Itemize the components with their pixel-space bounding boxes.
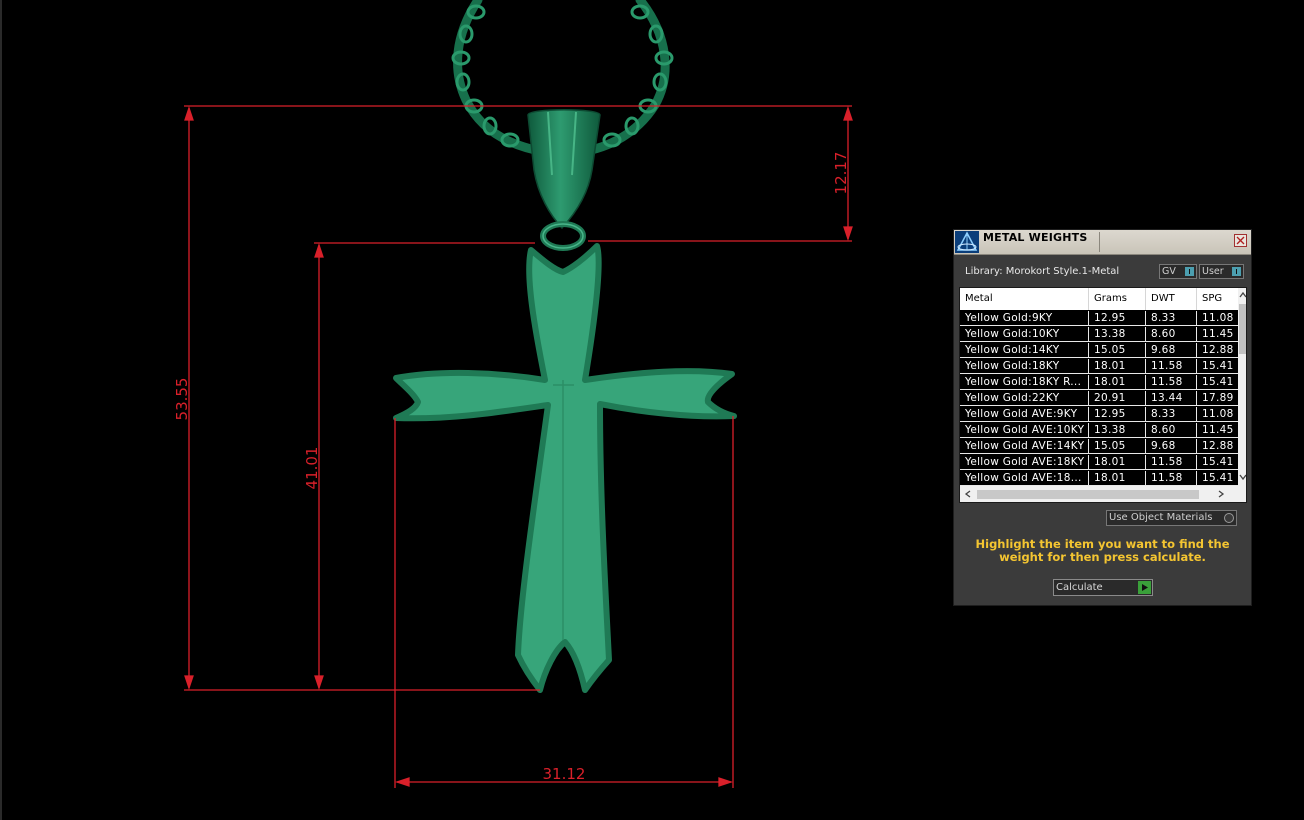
app-logo-icon — [955, 231, 979, 253]
dim-cross-height: 41.01 — [303, 447, 321, 490]
cell-spg: 15.41 — [1197, 375, 1238, 390]
library-label: Library: Morokort Style.1-Metal — [965, 266, 1120, 277]
metal-table: Metal Grams DWT SPG Yellow Gold:9KY 12.95… — [959, 287, 1247, 503]
scroll-down-icon[interactable] — [1238, 472, 1247, 482]
gv-toggle[interactable]: GV — [1159, 264, 1197, 279]
cell-dwt: 9.68 — [1146, 343, 1197, 358]
cell-dwt: 8.60 — [1146, 423, 1197, 438]
cell-grams: 12.95 — [1089, 407, 1146, 422]
cell-metal: Yellow Gold:18KY R... — [960, 375, 1089, 390]
cell-dwt: 8.33 — [1146, 311, 1197, 326]
table-header: Metal Grams DWT SPG — [960, 288, 1238, 310]
use-object-materials-toggle[interactable]: Use Object Materials — [1106, 510, 1237, 526]
cell-grams: 15.05 — [1089, 343, 1146, 358]
cell-dwt: 11.58 — [1146, 359, 1197, 374]
cell-spg: 12.88 — [1197, 439, 1238, 454]
pendant-bail — [527, 109, 601, 251]
titlebar-divider — [1099, 232, 1100, 252]
cell-spg: 11.45 — [1197, 327, 1238, 342]
cell-metal: Yellow Gold AVE:18KY — [960, 455, 1089, 470]
column-header-spg[interactable]: SPG — [1197, 288, 1238, 310]
user-toggle[interactable]: User — [1199, 264, 1244, 279]
table-row[interactable]: Yellow Gold AVE:10KY 13.38 8.60 11.45 — [960, 423, 1238, 439]
user-toggle-label: User — [1202, 266, 1224, 277]
dim-width: 31.12 — [543, 765, 586, 783]
cell-grams: 18.01 — [1089, 471, 1146, 486]
cell-grams: 13.38 — [1089, 423, 1146, 438]
scroll-right-icon[interactable] — [1216, 489, 1226, 499]
toggle-knob-icon — [1185, 267, 1194, 276]
radio-icon — [1224, 513, 1234, 523]
cell-grams: 18.01 — [1089, 359, 1146, 374]
table-row[interactable]: Yellow Gold AVE:18... 18.01 11.58 15.41 — [960, 471, 1238, 487]
cell-dwt: 8.33 — [1146, 407, 1197, 422]
cell-dwt: 8.60 — [1146, 327, 1197, 342]
cell-spg: 15.41 — [1197, 359, 1238, 374]
cell-grams: 18.01 — [1089, 375, 1146, 390]
table-row[interactable]: Yellow Gold:22KY 20.91 13.44 17.89 — [960, 391, 1238, 407]
column-header-grams[interactable]: Grams — [1089, 288, 1146, 310]
cell-dwt: 9.68 — [1146, 439, 1197, 454]
horizontal-scroll-thumb[interactable] — [977, 490, 1199, 499]
cross-pendant — [393, 243, 737, 693]
dim-total-height: 53.55 — [173, 378, 191, 421]
calculate-button[interactable]: Calculate — [1053, 579, 1153, 596]
column-header-dwt[interactable]: DWT — [1146, 288, 1197, 310]
gv-toggle-label: GV — [1162, 266, 1176, 277]
cell-grams: 13.38 — [1089, 327, 1146, 342]
table-row[interactable]: Yellow Gold AVE:14KY 15.05 9.68 12.88 — [960, 439, 1238, 455]
use-object-materials-label: Use Object Materials — [1109, 512, 1213, 523]
cell-dwt: 11.58 — [1146, 375, 1197, 390]
toggle-knob-icon — [1232, 267, 1241, 276]
table-row[interactable]: Yellow Gold:18KY 18.01 11.58 15.41 — [960, 359, 1238, 375]
cell-spg: 11.45 — [1197, 423, 1238, 438]
instruction-text: Highlight the item you want to find the … — [975, 537, 1230, 564]
cell-metal: Yellow Gold AVE:9KY — [960, 407, 1089, 422]
table-row[interactable]: Yellow Gold:10KY 13.38 8.60 11.45 — [960, 327, 1238, 343]
cell-metal: Yellow Gold:10KY — [960, 327, 1089, 342]
table-row[interactable]: Yellow Gold AVE:9KY 12.95 8.33 11.08 — [960, 407, 1238, 423]
cell-spg: 12.88 — [1197, 343, 1238, 358]
cell-spg: 17.89 — [1197, 391, 1238, 406]
scroll-left-icon[interactable] — [963, 489, 973, 499]
scroll-up-icon[interactable] — [1238, 290, 1247, 300]
table-row[interactable]: Yellow Gold AVE:18KY 18.01 11.58 15.41 — [960, 455, 1238, 471]
panel-titlebar[interactable]: METAL WEIGHTS — [954, 230, 1251, 255]
cell-metal: Yellow Gold:9KY — [960, 311, 1089, 326]
cell-spg: 11.08 — [1197, 311, 1238, 326]
table-row[interactable]: Yellow Gold:14KY 15.05 9.68 12.88 — [960, 343, 1238, 359]
cell-metal: Yellow Gold:14KY — [960, 343, 1089, 358]
cell-spg: 15.41 — [1197, 455, 1238, 470]
close-button[interactable] — [1234, 234, 1247, 247]
metal-weights-panel: METAL WEIGHTS Library: Morokort Style.1-… — [953, 229, 1252, 606]
cell-metal: Yellow Gold AVE:10KY — [960, 423, 1089, 438]
play-arrow-icon — [1138, 581, 1151, 594]
dimension-lines — [184, 105, 853, 788]
cell-dwt: 11.58 — [1146, 471, 1197, 486]
cell-dwt: 11.58 — [1146, 455, 1197, 470]
calculate-label: Calculate — [1056, 582, 1103, 593]
cell-grams: 20.91 — [1089, 391, 1146, 406]
vertical-scrollbar[interactable] — [1238, 288, 1247, 486]
dim-bail-height: 12.17 — [832, 152, 850, 195]
cell-spg: 15.41 — [1197, 471, 1238, 486]
cell-grams: 18.01 — [1089, 455, 1146, 470]
cell-dwt: 13.44 — [1146, 391, 1197, 406]
close-icon — [1236, 236, 1245, 245]
column-header-metal[interactable]: Metal — [960, 288, 1089, 310]
panel-title: METAL WEIGHTS — [983, 231, 1088, 244]
cell-spg: 11.08 — [1197, 407, 1238, 422]
cell-grams: 15.05 — [1089, 439, 1146, 454]
table-row[interactable]: Yellow Gold:9KY 12.95 8.33 11.08 — [960, 311, 1238, 327]
vertical-scroll-thumb[interactable] — [1239, 304, 1246, 354]
cell-metal: Yellow Gold:22KY — [960, 391, 1089, 406]
cell-grams: 12.95 — [1089, 311, 1146, 326]
table-row[interactable]: Yellow Gold:18KY R... 18.01 11.58 15.41 — [960, 375, 1238, 391]
cell-metal: Yellow Gold AVE:14KY — [960, 439, 1089, 454]
cell-metal: Yellow Gold:18KY — [960, 359, 1089, 374]
cell-metal: Yellow Gold AVE:18... — [960, 471, 1089, 486]
horizontal-scrollbar[interactable] — [960, 486, 1246, 502]
